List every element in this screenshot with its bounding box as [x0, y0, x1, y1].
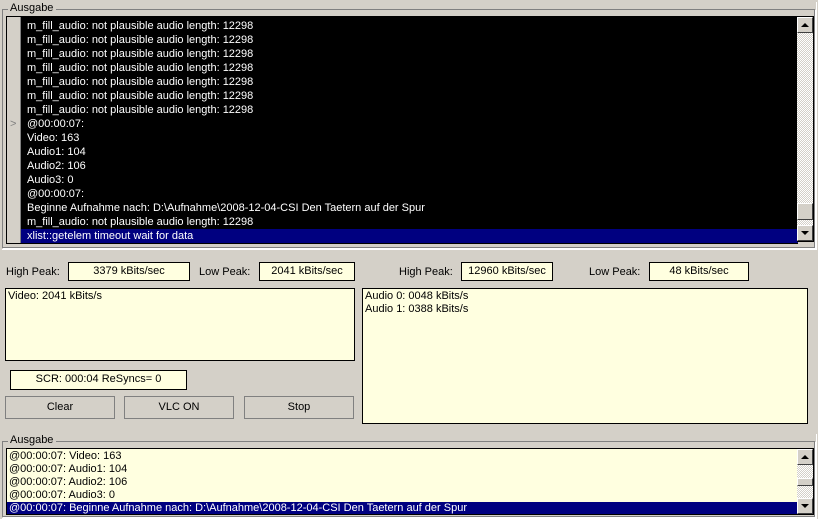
console-line[interactable]: @00:00:07:	[21, 187, 798, 201]
stop-button[interactable]: Stop	[244, 396, 354, 419]
list-item[interactable]: @00:00:07: Audio2: 106	[7, 476, 797, 489]
list-item[interactable]: @00:00:07: Beginne Aufnahme nach: D:\Auf…	[7, 502, 797, 514]
audio-high-peak-value: 12960 kBits/sec	[461, 262, 553, 281]
console-line[interactable]: m_fill_audio: not plausible audio length…	[21, 103, 798, 117]
scrollbar-track[interactable]	[797, 32, 813, 226]
scrollbar-thumb[interactable]	[797, 478, 813, 486]
scrollbar-thumb[interactable]	[797, 203, 813, 220]
audio-bitrate-line: Audio 0: 0048 kBits/s	[365, 290, 469, 302]
video-low-peak-label: Low Peak:	[199, 266, 251, 278]
console-line-list: m_fill_audio: not plausible audio length…	[21, 17, 798, 243]
console-gutter: >	[7, 17, 21, 243]
audio-bitrate-panel[interactable]: Audio 0: 0048 kBits/s Audio 1: 0388 kBits…	[362, 288, 808, 424]
output-groupbox-bottom: Ausgabe @00:00:07: Video: 163 @00:00:07: …	[2, 434, 817, 519]
list-item[interactable]: @00:00:07: Audio1: 104	[7, 463, 797, 476]
console-line[interactable]: m_fill_audio: not plausible audio length…	[21, 33, 798, 47]
console-line[interactable]: m_fill_audio: not plausible audio length…	[21, 47, 798, 61]
list-item[interactable]: @00:00:07: Video: 163	[7, 450, 797, 463]
list-item[interactable]: @00:00:07: Audio3: 0	[7, 489, 797, 502]
audio-bitrate-line: Audio 1: 0388 kBits/s	[365, 303, 469, 315]
audio-low-peak-value: 48 kBits/sec	[649, 262, 749, 281]
console-line[interactable]: Audio3: 0	[21, 173, 798, 187]
video-low-peak-value: 2041 kBits/sec	[259, 262, 355, 281]
output-groupbox-top: Ausgabe > m_fill_audio: not plausible au…	[2, 2, 817, 250]
scr-resync-status: SCR: 000:04 ReSyncs= 0	[10, 370, 187, 390]
audio-high-peak-label: High Peak:	[399, 266, 453, 278]
video-bitrate-panel[interactable]: Video: 2041 kBits/s	[5, 288, 355, 361]
log-listbox[interactable]: @00:00:07: Video: 163 @00:00:07: Audio1: …	[6, 448, 797, 515]
console-line[interactable]: m_fill_audio: not plausible audio length…	[21, 61, 798, 75]
clear-button[interactable]: Clear	[5, 396, 115, 419]
groupbox-title-top: Ausgabe	[8, 2, 57, 15]
scroll-up-icon[interactable]	[797, 449, 813, 465]
console-line[interactable]: @00:00:07:	[21, 117, 798, 131]
console-line[interactable]: Beginne Aufnahme nach: D:\Aufnahme\2008-…	[21, 201, 798, 215]
console-line[interactable]: Video: 163	[21, 131, 798, 145]
console-vertical-scrollbar[interactable]	[797, 16, 814, 242]
audio-low-peak-label: Low Peak:	[589, 266, 641, 278]
console-line[interactable]: m_fill_audio: not plausible audio length…	[21, 19, 798, 33]
vlc-toggle-button[interactable]: VLC ON	[124, 396, 234, 419]
groupbox-title-bottom: Ausgabe	[8, 434, 57, 447]
console-line[interactable]: m_fill_audio: not plausible audio length…	[21, 215, 798, 229]
video-bitrate-line: Video: 2041 kBits/s	[8, 290, 102, 302]
console-line[interactable]: m_fill_audio: not plausible audio length…	[21, 75, 798, 89]
console-line[interactable]: m_fill_audio: not plausible audio length…	[21, 89, 798, 103]
console-line[interactable]: Audio1: 104	[21, 145, 798, 159]
video-high-peak-value: 3379 kBits/sec	[68, 262, 190, 281]
current-line-marker-icon: >	[10, 118, 17, 130]
log-vertical-scrollbar[interactable]	[797, 448, 814, 515]
scroll-down-icon[interactable]	[797, 498, 813, 514]
video-high-peak-label: High Peak:	[6, 266, 60, 278]
console-line[interactable]: Audio2: 106	[21, 159, 798, 173]
console-output[interactable]: > m_fill_audio: not plausible audio leng…	[6, 16, 798, 244]
scroll-down-icon[interactable]	[797, 225, 813, 241]
scroll-up-icon[interactable]	[797, 17, 813, 33]
console-line[interactable]: xlist::getelem timeout wait for data	[21, 229, 798, 243]
